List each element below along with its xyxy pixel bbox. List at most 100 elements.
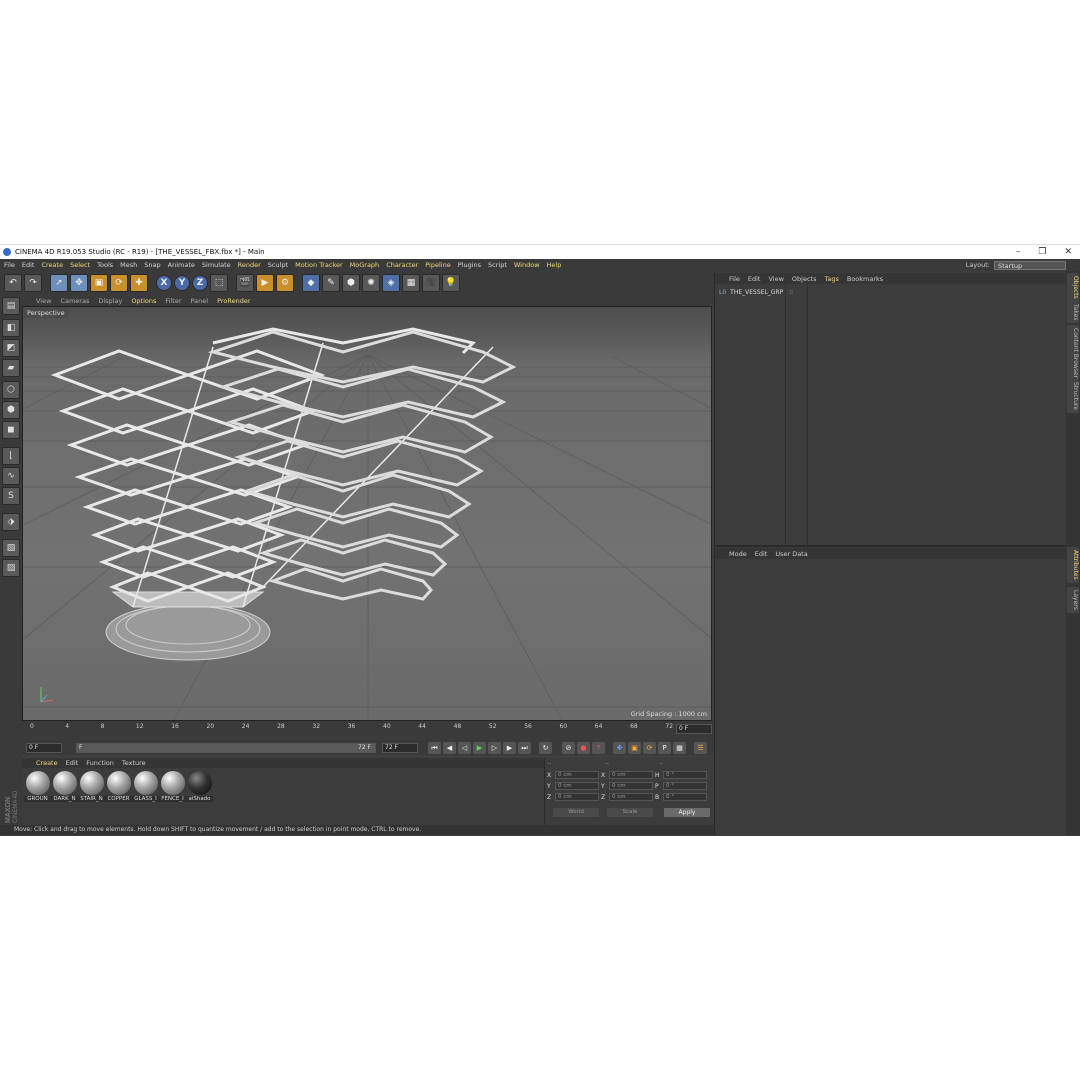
maximize-button[interactable]: ❐ xyxy=(1038,245,1046,259)
cube-primitive-icon[interactable]: ◆ xyxy=(302,274,320,292)
points-mode-icon[interactable]: ⬡ xyxy=(2,381,20,399)
object-menu-bookmarks[interactable]: Bookmarks xyxy=(847,275,883,283)
previous-key-icon[interactable]: ◀ xyxy=(443,742,456,754)
material-item[interactable]: GLASS_I xyxy=(132,771,159,802)
object-menu-edit[interactable]: Edit xyxy=(748,275,761,283)
menu-mograph[interactable]: MoGraph xyxy=(350,261,380,269)
object-name[interactable]: THE_VESSEL_GRP xyxy=(730,289,783,296)
move-tool-icon[interactable]: ✥ xyxy=(70,274,88,292)
menu-plugins[interactable]: Plugins xyxy=(458,261,481,269)
redo-icon[interactable]: ↷ xyxy=(24,274,42,292)
go-to-end-icon[interactable]: ⏭ xyxy=(518,742,531,754)
light-icon[interactable]: 💡 xyxy=(442,274,460,292)
soft-selection-icon[interactable]: ⬗ xyxy=(2,513,20,531)
menu-motion-tracker[interactable]: Motion Tracker xyxy=(295,261,343,269)
side-tab-content-browser[interactable]: Content Browser xyxy=(1067,325,1079,382)
side-tab-structure[interactable]: Structure xyxy=(1067,379,1079,413)
previous-frame-icon[interactable]: ◁ xyxy=(458,742,471,754)
material-menu-create[interactable]: Create xyxy=(36,759,58,767)
menu-snap[interactable]: Snap xyxy=(144,261,160,269)
menu-mesh[interactable]: Mesh xyxy=(120,261,137,269)
end-frame-field[interactable]: 72 F xyxy=(382,743,418,753)
live-selection-icon[interactable]: ➚ xyxy=(50,274,68,292)
render-picture-viewer-icon[interactable]: ▶ xyxy=(256,274,274,292)
tweak-mode-icon[interactable]: ∿ xyxy=(2,467,20,485)
object-menu-file[interactable]: File xyxy=(729,275,740,283)
minimize-button[interactable]: – xyxy=(1016,245,1021,259)
side-tab-attributes[interactable]: Attributes xyxy=(1067,547,1079,583)
scale-tool-icon[interactable]: ▣ xyxy=(90,274,108,292)
snap-icon[interactable]: S xyxy=(2,487,20,505)
make-editable-icon[interactable]: ▤ xyxy=(2,297,20,315)
axis-mode-icon[interactable]: ⌊ xyxy=(2,447,20,465)
apply-button[interactable]: Apply xyxy=(664,808,710,817)
coord-value-field[interactable]: 0 cm xyxy=(555,793,599,801)
side-tab-objects[interactable]: Objects xyxy=(1067,273,1079,302)
key-pla-icon[interactable]: ▦ xyxy=(673,742,686,754)
workplane-mode-icon[interactable]: ▰ xyxy=(2,359,20,377)
menu-sculpt[interactable]: Sculpt xyxy=(268,261,288,269)
locked-workplane-icon[interactable]: ▨ xyxy=(2,559,20,577)
key-scale-icon[interactable]: ▣ xyxy=(628,742,641,754)
menu-help[interactable]: Help xyxy=(547,261,562,269)
x-axis-lock-icon[interactable]: X xyxy=(156,275,172,291)
undo-icon[interactable]: ↶ xyxy=(4,274,22,292)
menu-window[interactable]: Window xyxy=(514,261,540,269)
menu-tools[interactable]: Tools xyxy=(97,261,113,269)
material-item[interactable]: GROUN xyxy=(24,771,51,802)
menu-script[interactable]: Script xyxy=(488,261,507,269)
play-icon[interactable]: ▶ xyxy=(473,742,486,754)
material-menu-edit[interactable]: Edit xyxy=(66,759,79,767)
recent-tool-icon[interactable]: ✚ xyxy=(130,274,148,292)
pen-spline-icon[interactable]: ✎ xyxy=(322,274,340,292)
camera-icon[interactable]: 🎥 xyxy=(422,274,440,292)
model-mode-icon[interactable]: ◧ xyxy=(2,319,20,337)
viewport-menu-cameras[interactable]: Cameras xyxy=(60,297,89,305)
visibility-dots-icon[interactable]: ⁝⁝ xyxy=(789,289,793,296)
material-item[interactable]: COPPER xyxy=(105,771,132,802)
z-axis-lock-icon[interactable]: Z xyxy=(192,275,208,291)
timeline-ruler[interactable]: 0 4 8 12 16 20 24 28 32 36 40 44 48 52 56 60 64 68 72 xyxy=(30,723,673,739)
material-item[interactable]: STAIR_N xyxy=(78,771,105,802)
object-row[interactable]: L0 THE_VESSEL_GRP ⁝⁝ xyxy=(715,287,1067,297)
coordinate-system-icon[interactable]: ⬚ xyxy=(210,274,228,292)
menu-render[interactable]: Render xyxy=(238,261,261,269)
menu-file[interactable]: File xyxy=(4,261,15,269)
coord-value-field[interactable]: 0 ° xyxy=(663,782,707,790)
timeline-window-icon[interactable]: ☰ xyxy=(694,742,707,754)
menu-pipeline[interactable]: Pipeline xyxy=(425,261,450,269)
start-frame-field[interactable]: 0 F xyxy=(26,743,62,753)
menu-select[interactable]: Select xyxy=(70,261,90,269)
material-item[interactable]: FENCE_I xyxy=(159,771,186,802)
material-item[interactable]: aiShado xyxy=(186,771,213,802)
object-menu-tags[interactable]: Tags xyxy=(824,275,838,283)
subdivision-icon[interactable]: ⬢ xyxy=(342,274,360,292)
viewport-menu-options[interactable]: Options xyxy=(131,297,156,305)
key-position-icon[interactable]: ✥ xyxy=(613,742,626,754)
cloner-icon[interactable]: ✺ xyxy=(362,274,380,292)
menu-create[interactable]: Create xyxy=(41,261,63,269)
menu-animate[interactable]: Animate xyxy=(168,261,195,269)
loop-icon[interactable]: ↻ xyxy=(539,742,552,754)
coord-value-field[interactable]: 0 cm xyxy=(555,782,599,790)
viewport-menu-display[interactable]: Display xyxy=(98,297,122,305)
coord-value-field[interactable]: 0 cm xyxy=(609,782,653,790)
attribute-menu-mode[interactable]: Mode xyxy=(729,550,747,558)
preview-range-slider[interactable]: F 72 F xyxy=(76,743,376,753)
attribute-menu-user-data[interactable]: User Data xyxy=(775,550,807,558)
menu-character[interactable]: Character xyxy=(386,261,418,269)
y-axis-lock-icon[interactable]: Y xyxy=(174,275,190,291)
viewport-menu-view[interactable]: View xyxy=(36,297,51,305)
key-rotation-icon[interactable]: ⟳ xyxy=(643,742,656,754)
key-parameter-icon[interactable]: P xyxy=(658,742,671,754)
object-menu-objects[interactable]: Objects xyxy=(792,275,817,283)
scale-dropdown[interactable]: Scale xyxy=(607,808,653,817)
edges-mode-icon[interactable]: ⬢ xyxy=(2,401,20,419)
perspective-viewport[interactable]: Perspective Grid Spacing : 1000 cm xyxy=(22,306,712,721)
coord-value-field[interactable]: 0 cm xyxy=(609,771,653,779)
coord-value-field[interactable]: 0 cm xyxy=(555,771,599,779)
deformer-icon[interactable]: ◈ xyxy=(382,274,400,292)
keyframe-selection-icon[interactable]: ? xyxy=(592,742,605,754)
workplane-icon[interactable]: ▧ xyxy=(2,539,20,557)
viewport-menu-filter[interactable]: Filter xyxy=(165,297,181,305)
